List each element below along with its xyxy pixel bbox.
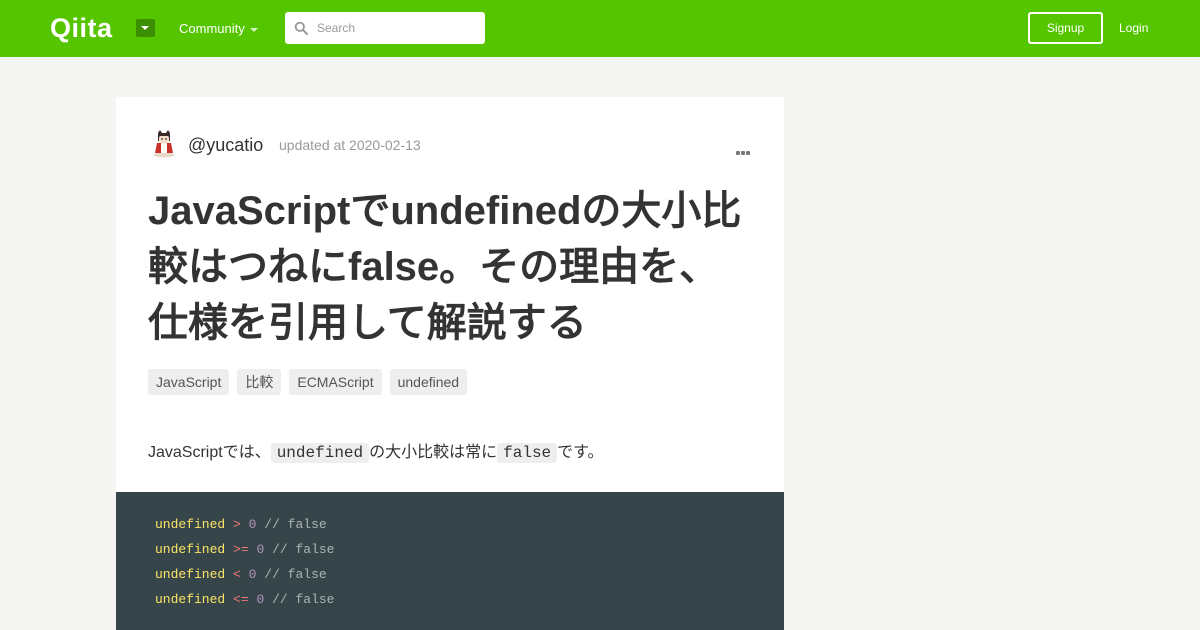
code-number: 0 — [248, 517, 257, 532]
code-operator: < — [233, 567, 241, 582]
code-comment: // false — [272, 592, 335, 607]
tag-comparison[interactable]: 比較 — [237, 369, 282, 395]
code-comment: // false — [272, 542, 335, 557]
tag-javascript[interactable]: JavaScript — [148, 369, 230, 395]
code-comment: // false — [264, 567, 327, 582]
intro-text-2: の大小比較は常に — [369, 444, 498, 461]
search-box[interactable] — [285, 12, 485, 44]
code-operator: <= — [233, 592, 249, 607]
code-operator: >= — [233, 542, 249, 557]
signup-button[interactable]: Signup — [1028, 12, 1103, 44]
code-keyword: undefined — [155, 517, 226, 532]
code-number: 0 — [256, 592, 265, 607]
search-icon — [294, 21, 308, 35]
article-title: JavaScriptでundefinedの大小比較はつねにfalse。その理由を… — [148, 189, 742, 345]
code-line: undefined < 0 // false — [155, 562, 335, 587]
tag-undefined[interactable]: undefined — [389, 369, 468, 395]
login-link[interactable]: Login — [1119, 20, 1148, 36]
community-menu-button[interactable]: Community — [179, 21, 245, 37]
tag-list: JavaScript 比較 ECMAScript undefined — [148, 369, 468, 395]
intro-text-3: です。 — [557, 444, 604, 461]
code-comment: // false — [264, 517, 327, 532]
code-operator: > — [233, 517, 241, 532]
code-keyword: undefined — [155, 567, 226, 582]
code-block: undefined > 0 // false undefined >= 0 //… — [116, 492, 784, 630]
tag-ecmascript[interactable]: ECMAScript — [289, 369, 382, 395]
top-navigation-bar: Qiita Community Signup Login — [0, 0, 1200, 57]
intro-text-1: JavaScriptでは、 — [148, 444, 271, 461]
inline-code-false: false — [497, 443, 558, 463]
code-line: undefined >= 0 // false — [155, 537, 335, 562]
author-avatar[interactable] — [148, 127, 180, 159]
author-username[interactable]: @yucatio — [188, 134, 263, 156]
code-number: 0 — [256, 542, 265, 557]
code-number: 0 — [248, 567, 257, 582]
qiita-logo[interactable]: Qiita — [50, 13, 113, 43]
code-line: undefined > 0 // false — [155, 512, 335, 537]
intro-paragraph: JavaScriptでは、 undefined の大小比較は常に false です。 — [148, 442, 604, 464]
updated-date: updated at 2020-02-13 — [279, 137, 421, 153]
code-line: undefined <= 0 // false — [155, 587, 335, 612]
community-caret-down-icon[interactable] — [250, 28, 258, 32]
logo-dropdown-caret-icon[interactable] — [136, 19, 155, 37]
inline-code-undefined: undefined — [270, 443, 370, 463]
article-card: @yucatio updated at 2020-02-13 JavaScrip… — [116, 97, 784, 630]
more-dots-icon[interactable] — [736, 142, 752, 155]
search-input[interactable] — [315, 12, 482, 44]
code-keyword: undefined — [155, 592, 226, 607]
code-keyword: undefined — [155, 542, 226, 557]
